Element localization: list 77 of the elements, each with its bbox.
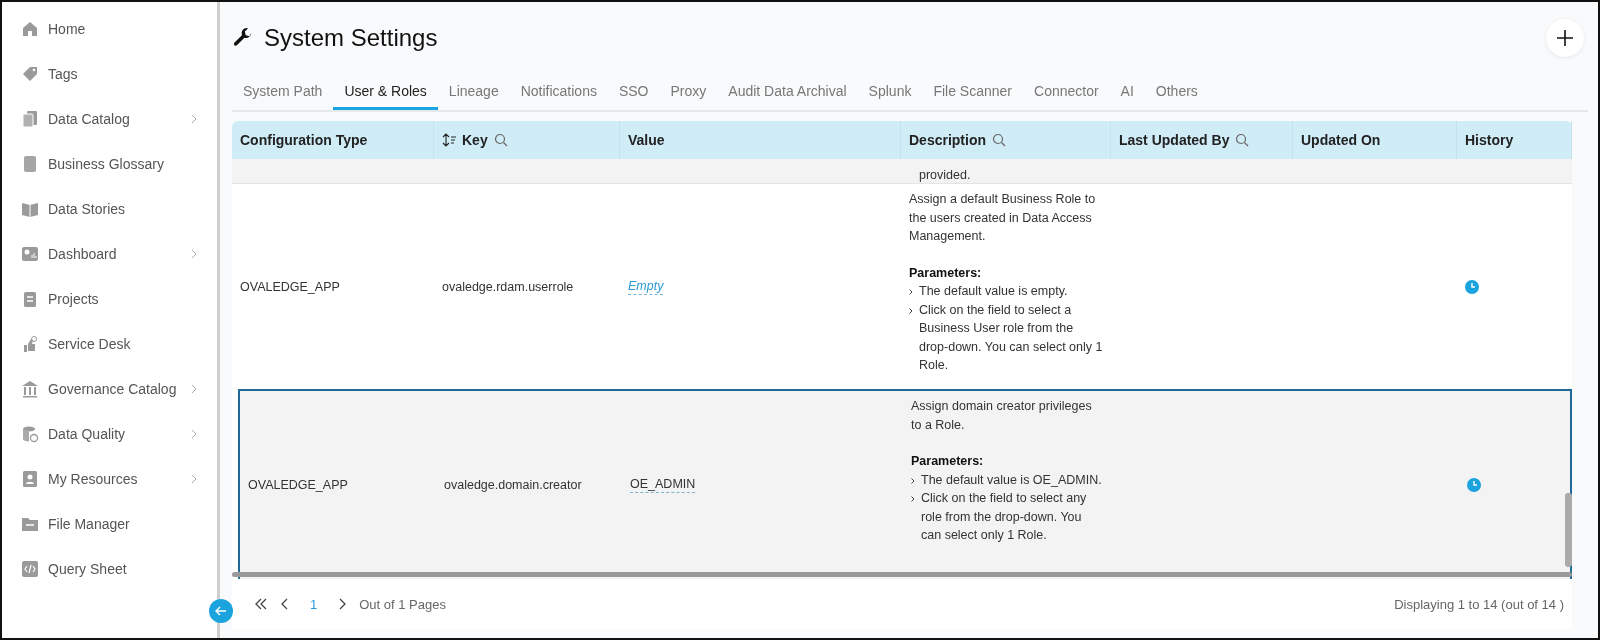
search-icon[interactable]: [992, 133, 1006, 147]
sidebar-item[interactable]: Data Stories: [2, 186, 217, 231]
table-cell: OVALEDGE_APP: [240, 279, 340, 294]
parameters-label: Parameters:: [911, 453, 985, 470]
table-cell: OVALEDGE_APP: [248, 478, 348, 492]
parameter-text: Click on the field to select a Business User role from the drop-down. You can select only 1 Role.: [919, 301, 1103, 374]
parameters-label: Parameters:: [909, 264, 983, 282]
search-icon[interactable]: [1235, 133, 1250, 147]
page-title: System Settings: [264, 24, 439, 52]
first-page-icon[interactable]: [254, 597, 268, 611]
chevron-right-icon: [191, 383, 197, 394]
plus-icon: [1555, 28, 1575, 48]
bullet-icon: [911, 477, 915, 484]
chevron-right-icon: [191, 113, 197, 124]
sidebar-item[interactable]: Tags: [2, 51, 217, 96]
sidebar-item[interactable]: My Resources: [2, 456, 217, 501]
bullet-icon: [911, 496, 915, 502]
sidebar-item[interactable]: Projects: [2, 276, 217, 321]
clock-icon[interactable]: [1467, 478, 1481, 492]
chart-icon: [21, 244, 39, 263]
previous-page-icon[interactable]: [280, 597, 288, 611]
description-text: Assign a default Business Role to the users created in Data Access Management.: [909, 191, 1097, 245]
person-icon: [21, 469, 39, 488]
sidebar-item[interactable]: Service Desk: [2, 321, 217, 366]
chevron-right-icon: [191, 473, 197, 484]
bullet-icon: [909, 307, 913, 314]
document-icon: [21, 289, 39, 308]
code-icon: [21, 559, 39, 578]
sort-icon[interactable]: [442, 133, 456, 147]
parameter-text: The default value is OE_ADMIN.: [921, 471, 1102, 489]
scrollbar[interactable]: [232, 572, 1572, 577]
tab[interactable]: File Scanner: [922, 74, 1023, 110]
tab[interactable]: Audit Data Archival: [717, 74, 858, 110]
table-cell: ovaledge.rdam.userrole: [442, 279, 574, 294]
parameter-text: The default value is empty.: [919, 283, 1068, 300]
tab[interactable]: Proxy: [659, 74, 718, 110]
tab[interactable]: SSO: [607, 74, 660, 110]
sidebar-item[interactable]: File Manager: [2, 501, 217, 546]
database-icon: [21, 424, 39, 443]
wrench-icon: [232, 27, 254, 49]
home-icon: [21, 19, 39, 38]
page-count: Out of 1 Pages: [359, 596, 447, 612]
building-icon: [21, 379, 39, 398]
tab[interactable]: Splunk: [857, 74, 923, 110]
tab[interactable]: System Path: [232, 74, 334, 110]
sidebar-item[interactable]: Dashboard: [2, 231, 217, 276]
tab[interactable]: Others: [1144, 74, 1209, 110]
description-text: Assign domain creator privileges to a Role.: [911, 398, 1093, 434]
description-text: provided.: [919, 167, 971, 184]
tab[interactable]: AI: [1109, 74, 1145, 110]
sidebar-item[interactable]: Business Glossary: [2, 141, 217, 186]
tag-icon: [21, 64, 39, 83]
document-icon: [21, 109, 39, 128]
chevron-right-icon: [191, 248, 197, 259]
sidebar-item[interactable]: Data Catalog: [2, 96, 217, 141]
search-icon[interactable]: [493, 133, 508, 147]
record-count: Displaying 1 to 14 (out of 14 ): [1394, 596, 1564, 612]
sidebar-item[interactable]: Data Quality: [2, 411, 217, 456]
tab[interactable]: User & Roles: [333, 74, 438, 110]
tab[interactable]: Notifications: [509, 74, 608, 110]
selected-row[interactable]: [238, 389, 1572, 579]
sidebar-item[interactable]: Query Sheet: [2, 546, 217, 591]
clock-icon[interactable]: [1465, 279, 1479, 294]
bullet-icon: [909, 289, 913, 295]
value-field[interactable]: OE_ADMIN: [630, 477, 696, 493]
parameter-text: Click on the field to select any role from the drop-down. You can select only 1 Role.: [921, 490, 1088, 544]
chevron-right-icon: [191, 428, 197, 439]
table-cell: ovaledge.domain.creator: [444, 478, 582, 492]
scrollbar[interactable]: [1565, 493, 1572, 567]
next-page-icon[interactable]: [339, 597, 348, 611]
sidebar-item[interactable]: Home: [2, 6, 217, 51]
tab[interactable]: Lineage: [437, 74, 510, 110]
sidebar-item[interactable]: Governance Catalog: [2, 366, 217, 411]
arrow-left-icon: [215, 606, 227, 616]
collapse-sidebar-button[interactable]: [209, 599, 233, 623]
add-button[interactable]: [1546, 19, 1584, 57]
tab[interactable]: Connector: [1023, 74, 1110, 110]
